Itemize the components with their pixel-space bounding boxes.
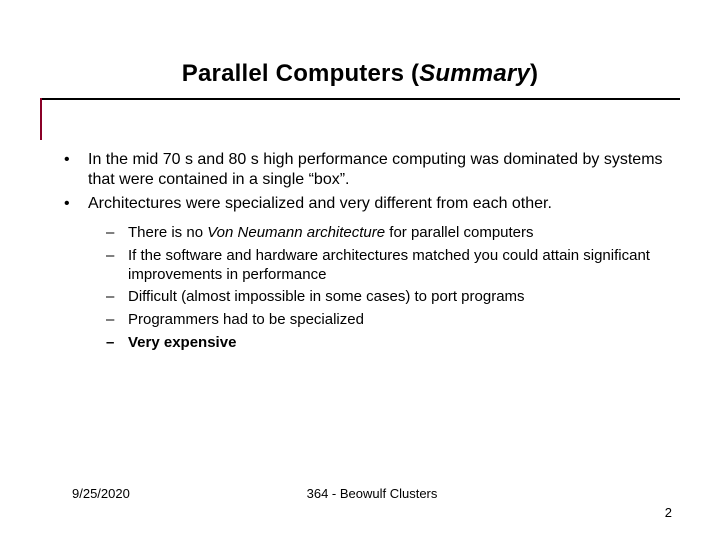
footer-center: 364 - Beowulf Clusters — [307, 486, 438, 501]
slide-body: In the mid 70 s and 80 s high performanc… — [56, 150, 664, 363]
bullet-item: In the mid 70 s and 80 s high performanc… — [56, 150, 664, 190]
footer-date: 9/25/2020 — [72, 486, 130, 501]
sub-text: If the software and hardware architectur… — [128, 247, 650, 283]
sub-bullet-item: If the software and hardware architectur… — [88, 247, 664, 285]
bullet-list: In the mid 70 s and 80 s high performanc… — [56, 150, 664, 353]
bullet-text: In the mid 70 s and 80 s high performanc… — [88, 151, 663, 188]
sub-text: Programmers had to be specialized — [128, 311, 364, 328]
slide-footer: 9/25/2020 364 - Beowulf Clusters 2 — [72, 486, 672, 504]
sub-text-pre: There is no — [128, 224, 207, 241]
accent-vertical-rule — [40, 98, 42, 140]
sub-text-post: for parallel computers — [385, 224, 533, 241]
sub-text: Difficult (almost impossible in some cas… — [128, 288, 525, 305]
footer-page-number: 2 — [665, 505, 672, 520]
sub-bullet-item: Programmers had to be specialized — [88, 311, 664, 330]
title-prefix: Parallel Computers ( — [182, 60, 419, 87]
title-summary: Summary — [419, 60, 530, 87]
bullet-text: Architectures were specialized and very … — [88, 195, 552, 212]
slide-title: Parallel Computers (Summary) — [40, 60, 680, 88]
bullet-item: Architectures were specialized and very … — [56, 194, 664, 353]
sub-bullet-item: There is no Von Neumann architecture for… — [88, 224, 664, 243]
sub-text-bold: Very expensive — [128, 334, 236, 351]
von-neumann-italic: Von Neumann architecture — [207, 224, 385, 241]
title-suffix: ) — [530, 60, 538, 87]
sub-bullet-item: Difficult (almost impossible in some cas… — [88, 288, 664, 307]
title-heading: Parallel Computers (Summary) — [40, 60, 680, 88]
title-rule — [40, 98, 680, 100]
sub-bullet-item: Very expensive — [88, 334, 664, 353]
sub-bullet-list: There is no Von Neumann architecture for… — [88, 224, 664, 353]
horizontal-rule — [40, 98, 680, 100]
